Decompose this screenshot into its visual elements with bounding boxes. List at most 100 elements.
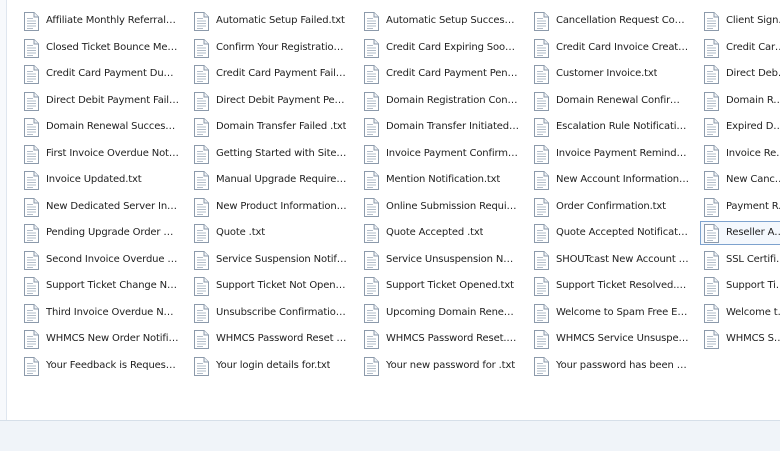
text-document-icon [704,329,719,349]
file-item[interactable]: Support Ticket Opened.txt [360,274,520,298]
file-name: First Invoice Overdue Notice.txt [46,148,179,159]
file-item[interactable]: New Account Information.txt [530,168,690,192]
file-name: Invoice Updated.txt [46,174,142,185]
file-item[interactable]: Credit Card Pa [700,36,780,60]
file-item[interactable]: Domain Registration Confirmatio... [360,89,520,113]
file-item[interactable]: Confirm Your Registration.txt [190,36,350,60]
file-name: Invoice Payment Confirmation.txt [386,148,519,159]
text-document-icon [194,276,209,296]
file-item[interactable]: Domain Transfer Initiated.txt [360,115,520,139]
file-item[interactable]: Escalation Rule Notification.txt [530,115,690,139]
text-document-icon [704,38,719,58]
file-item[interactable]: Mention Notification.txt [360,168,520,192]
text-document-icon [24,197,39,217]
file-list-pane[interactable]: Affiliate Monthly Referrals Report.... Cl… [7,0,780,420]
file-item[interactable]: Quote Accepted Notification.txt [530,221,690,245]
file-name: SSL Certificate [726,254,780,265]
file-item[interactable]: SHOUTcast New Account Inform... [530,248,690,272]
file-item[interactable]: Invoice Payment Reminder.txt [530,142,690,166]
file-item[interactable]: WHMCS Password Reset.txt [360,327,520,351]
file-item[interactable]: New Cancellat [700,168,780,192]
file-name: Support Ticket Change Notificati... [46,280,179,291]
file-item[interactable]: Reseller Accou [700,221,780,245]
file-name: Service Suspension Notification.txt [216,254,349,265]
file-item[interactable]: Credit Card Payment Failed.txt [190,62,350,86]
file-item[interactable]: Support Ticket Change Notificati... [20,274,180,298]
file-item[interactable]: Support Ticket Resolved.txt [530,274,690,298]
file-item[interactable]: Online Submission Required.txt [360,195,520,219]
file-item[interactable]: Unsubscribe Confirmation.txt [190,301,350,325]
file-item[interactable]: WHMCS Service Unsuspension Fa... [530,327,690,351]
file-item[interactable]: Closed Ticket Bounce Message.txt [20,36,180,60]
text-document-icon [194,223,209,243]
text-document-icon [704,197,719,217]
file-item[interactable]: New Dedicated Server Informatio... [20,195,180,219]
file-item[interactable]: Cancellation Request Confirmatio... [530,9,690,33]
file-item[interactable]: SSL Certificate [700,248,780,272]
file-item[interactable]: Your password has been reset for ... [530,354,690,378]
file-item[interactable]: Welcome to Spam Free Email.txt [530,301,690,325]
file-name: Support Ticket Not Opened.txt [216,280,349,291]
file-item[interactable]: Customer Invoice.txt [530,62,690,86]
file-item[interactable]: Credit Card Payment Due.txt [20,62,180,86]
file-name: Welcome to yo [726,307,780,318]
file-item[interactable]: Upcoming Domain Renewal Noti... [360,301,520,325]
file-item[interactable]: Client Signup E [700,9,780,33]
file-name: Mention Notification.txt [386,174,501,185]
file-item[interactable]: WHMCS Servic [700,327,780,351]
file-item[interactable]: Credit Card Expiring Soon.txt [360,36,520,60]
text-document-icon [24,170,39,190]
file-item[interactable]: Service Unsuspension Notificatio... [360,248,520,272]
file-name: Third Invoice Overdue Notice.txt [46,307,179,318]
file-item[interactable]: Expired Domai [700,115,780,139]
file-item[interactable]: Direct Debit Payment Failed.txt [20,89,180,113]
file-item[interactable]: Pending Upgrade Order Cancelle... [20,221,180,245]
file-item[interactable]: Invoice Payment Confirmation.txt [360,142,520,166]
file-item[interactable]: Payment Rever [700,195,780,219]
file-item[interactable]: Invoice Updated.txt [20,168,180,192]
file-item[interactable]: WHMCS New Order Notification.txt [20,327,180,351]
file-item[interactable]: Quote .txt [190,221,350,245]
file-item[interactable]: Credit Card Payment Pending.txt [360,62,520,86]
file-item[interactable]: Automatic Setup Failed.txt [190,9,350,33]
file-item[interactable]: Third Invoice Overdue Notice.txt [20,301,180,325]
file-item[interactable]: Domain Renewal Confirmation.txt [530,89,690,113]
file-item[interactable]: Service Suspension Notification.txt [190,248,350,272]
file-name: Client Signup E [726,15,780,26]
file-item[interactable]: New Product Information.txt [190,195,350,219]
file-name: WHMCS Service Unsuspension Fa... [556,333,689,344]
file-item[interactable]: Your new password for .txt [360,354,520,378]
file-item[interactable]: Your login details for.txt [190,354,350,378]
file-item[interactable]: Automatic Setup Successful.txt [360,9,520,33]
file-item[interactable]: Getting Started with SiteLock.txt [190,142,350,166]
file-item[interactable]: Support Ticket [700,274,780,298]
file-item[interactable]: Domain Transfer Failed .txt [190,115,350,139]
file-name: Customer Invoice.txt [556,68,658,79]
file-item[interactable]: First Invoice Overdue Notice.txt [20,142,180,166]
file-item[interactable]: Affiliate Monthly Referrals Report.... [20,9,180,33]
text-document-icon [364,276,379,296]
file-item[interactable]: Your Feedback is Requested for Ti... [20,354,180,378]
text-document-icon [534,250,549,270]
text-document-icon [704,223,719,243]
file-item[interactable]: Credit Card Invoice Created.txt [530,36,690,60]
file-item[interactable]: Manual Upgrade Required.txt [190,168,350,192]
text-document-icon [24,91,39,111]
file-item[interactable]: Welcome to yo [700,301,780,325]
file-name: Getting Started with SiteLock.txt [216,148,349,159]
file-item[interactable]: Order Confirmation.txt [530,195,690,219]
file-item[interactable]: Support Ticket Not Opened.txt [190,274,350,298]
file-item[interactable]: Quote Accepted .txt [360,221,520,245]
file-name: Online Submission Required.txt [386,201,519,212]
file-item[interactable]: Direct Debit Pa [700,62,780,86]
status-bar [0,420,780,451]
text-document-icon [364,117,379,137]
file-item[interactable]: Invoice Refunc [700,142,780,166]
file-item[interactable]: WHMCS Password Reset Confirm... [190,327,350,351]
file-item[interactable]: Domain Renew [700,89,780,113]
file-name: Quote .txt [216,227,266,238]
file-item[interactable]: Direct Debit Payment Pending.txt [190,89,350,113]
file-name: Invoice Refunc [726,148,780,159]
file-item[interactable]: Domain Renewal Successful.txt [20,115,180,139]
file-item[interactable]: Second Invoice Overdue Notice.txt [20,248,180,272]
